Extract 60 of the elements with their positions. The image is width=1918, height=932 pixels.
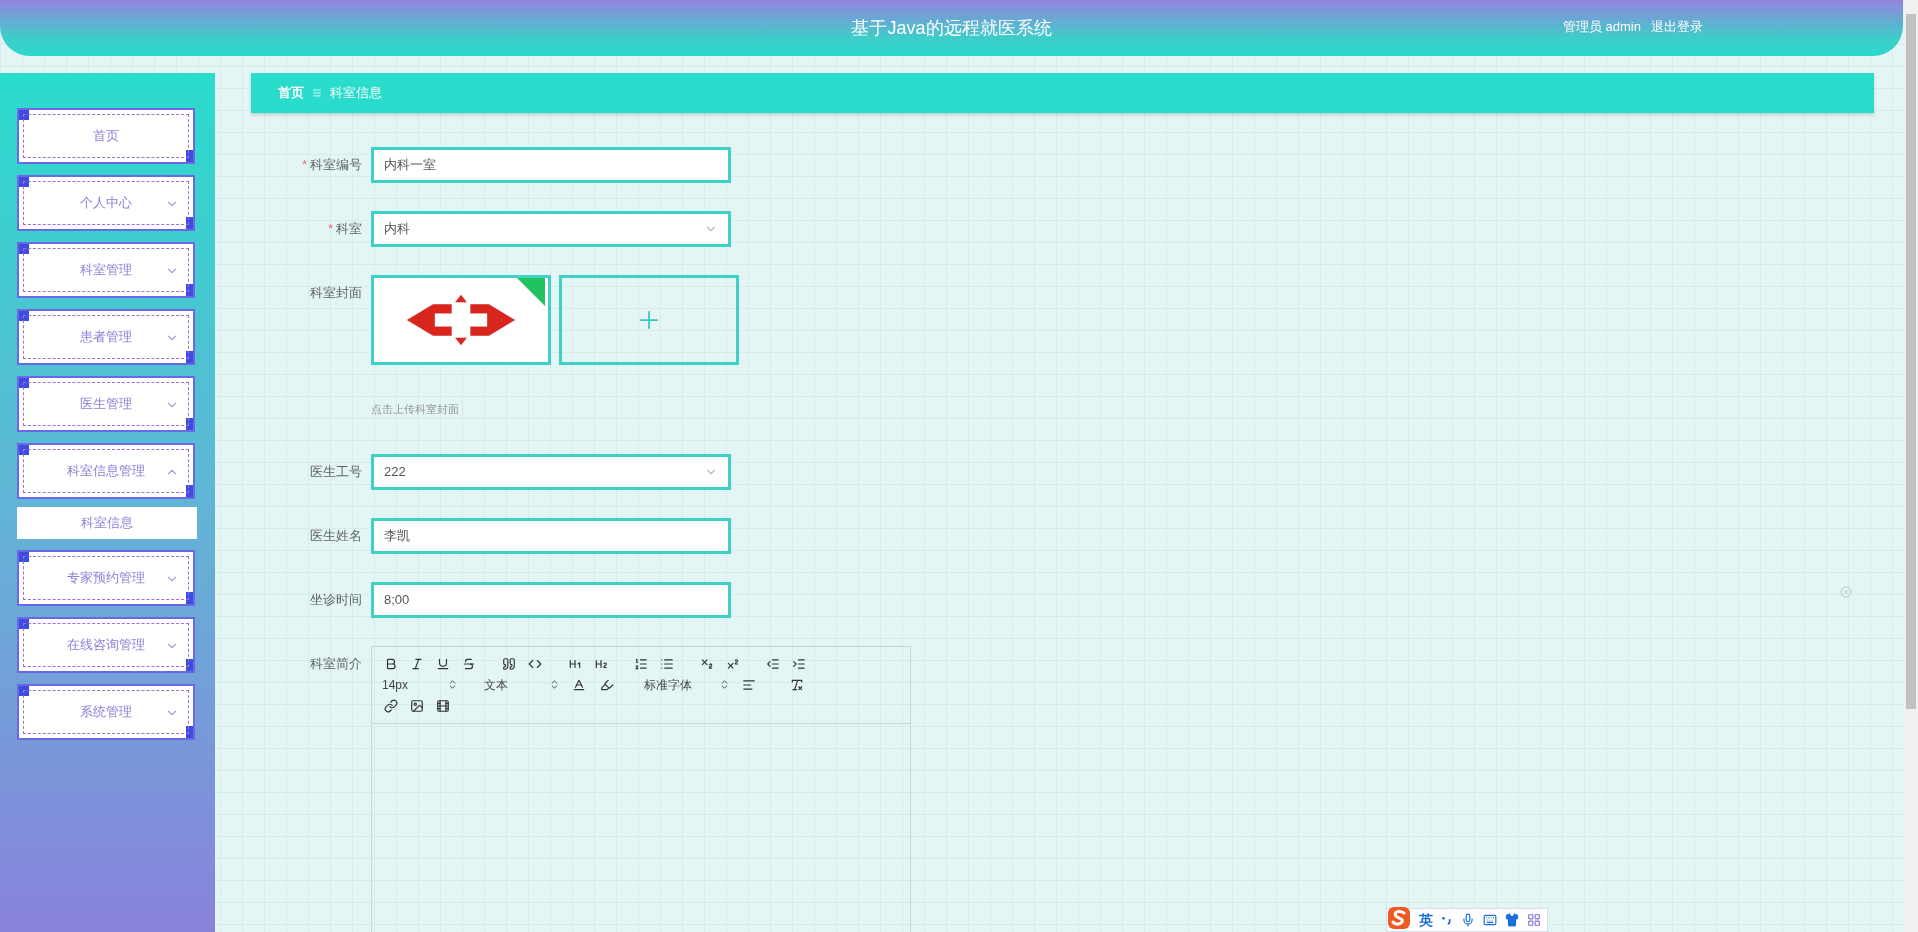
corner-accent (186, 592, 193, 604)
corner-accent (186, 351, 193, 363)
sidebar-menu-item[interactable]: 科室信息管理 (17, 443, 195, 499)
corner-accent (186, 150, 193, 162)
corner-accent (186, 217, 193, 229)
link-icon[interactable] (382, 696, 400, 715)
shirt-icon[interactable] (1505, 913, 1519, 927)
corner-accent (186, 659, 193, 671)
corner-accent (19, 619, 29, 629)
sidebar-menu-item[interactable]: 系统管理 (17, 684, 195, 740)
corner-accent (186, 485, 193, 497)
scrollbar-thumb[interactable] (1906, 14, 1916, 709)
corner-accent (19, 311, 29, 321)
text-field[interactable]: 8;00 (371, 581, 731, 618)
up-down-caret-icon (549, 679, 560, 690)
grid-icon[interactable] (1527, 913, 1541, 927)
rich-text-editor[interactable]: 14px 文本 标准字体 (371, 645, 911, 932)
sidebar-menu-item[interactable]: 个人中心 (17, 175, 195, 231)
sidebar-menu-item[interactable]: 患者管理 (17, 309, 195, 365)
field-label: * 科室编号 (300, 156, 363, 174)
corner-accent (19, 686, 29, 696)
field-label: 坐诊时间 (309, 590, 363, 609)
corner-accent (186, 284, 193, 296)
separator-icon (312, 88, 322, 98)
corner-accent (186, 418, 193, 430)
corner-accent (19, 177, 29, 187)
corner-accent (19, 552, 29, 562)
sidebar-menu-item[interactable]: 首页 (17, 108, 195, 164)
punctuation-icon[interactable] (1441, 914, 1453, 926)
microphone-icon[interactable] (1461, 913, 1475, 927)
corner-accent (19, 110, 29, 120)
up-down-caret-icon (447, 679, 458, 690)
field-label: 科室封面 (309, 284, 363, 302)
field-label: 科室简介 (309, 654, 363, 673)
select-field[interactable]: 内科 (371, 211, 731, 247)
logout-link[interactable]: 退出登录 (1651, 17, 1703, 37)
up-down-caret-icon (719, 679, 730, 690)
field-label: * 科室 (326, 220, 363, 238)
upload-hint: 点击上传科室封面 (371, 402, 460, 417)
corner-accent (19, 445, 29, 455)
field-label: 医生姓名 (309, 526, 363, 545)
text-field[interactable]: 内科一室 (371, 147, 731, 183)
submenu-item[interactable]: 科室信息 (17, 507, 197, 539)
corner-accent (19, 244, 29, 254)
heading-select[interactable]: 文本 (484, 675, 560, 694)
corner-accent (19, 378, 29, 388)
font-family-select[interactable]: 标准字体 (644, 675, 730, 694)
text-field[interactable]: 李凯 (371, 517, 731, 554)
corner-accent (186, 726, 193, 738)
sidebar-menu-item[interactable]: 在线咨询管理 (17, 617, 195, 673)
sidebar-menu-item[interactable]: 专家预约管理 (17, 550, 195, 606)
user-label: 管理员 admin (1562, 18, 1641, 36)
field-label: 医生工号 (309, 462, 363, 481)
system-title: 基于Java的远程就医系统 (851, 16, 1052, 40)
sidebar-menu-item[interactable]: 科室管理 (17, 242, 195, 298)
sidebar-menu-item[interactable]: 医生管理 (17, 376, 195, 432)
font-size-select[interactable]: 14px (382, 675, 458, 694)
keyboard-icon[interactable] (1483, 913, 1497, 927)
select-field[interactable]: 222 (371, 453, 731, 490)
ime-mode[interactable]: 英 (1419, 909, 1433, 931)
